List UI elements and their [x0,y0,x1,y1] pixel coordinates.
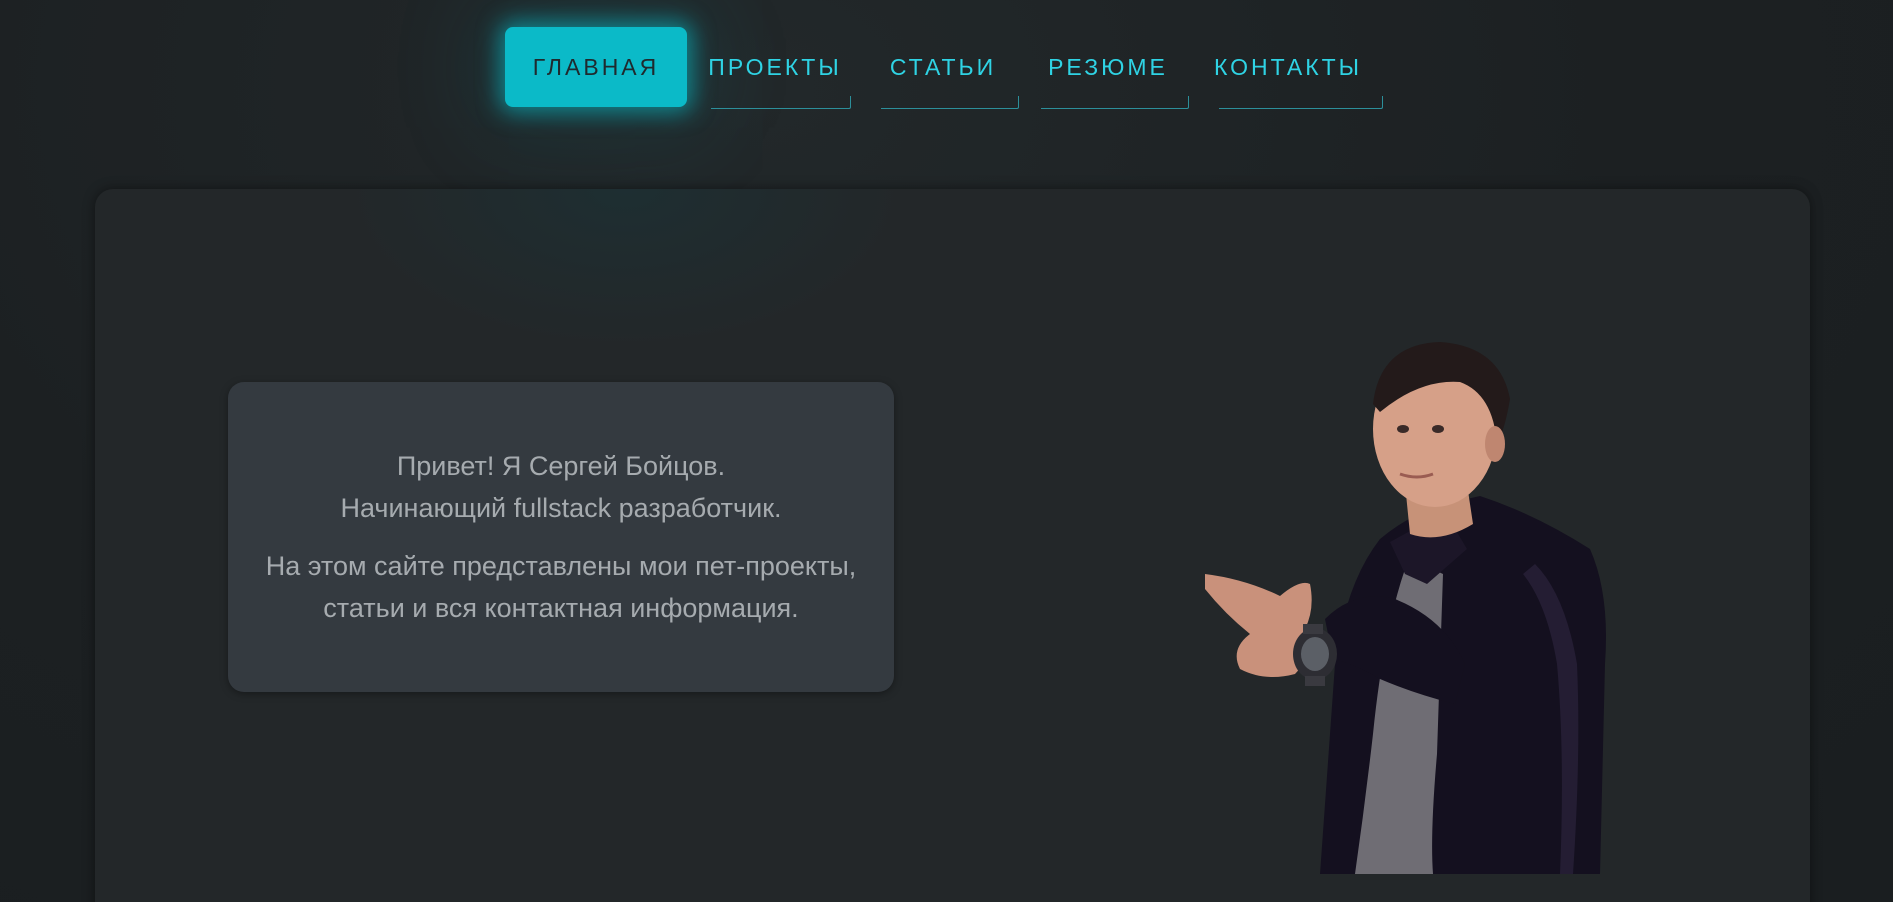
intro-line: Начинающий fullstack разработчик. [340,493,782,523]
intro-line: На этом сайте представлены мои пет-проек… [265,551,857,581]
nav-item-projects[interactable]: ПРОЕКТЫ [687,27,863,109]
nav-underline [711,96,851,109]
intro-line: Привет! Я Сергей Бойцов. [396,451,726,481]
page: ГЛАВНАЯ ПРОЕКТЫ СТАТЬИ РЕЗЮМЕ КОНТАКТЫ П… [0,0,1893,902]
portrait-photo [1205,342,1606,874]
nav-underline [1219,96,1383,109]
nav-glow-spill [345,189,905,349]
nav-item-label: РЕЗЮМЕ [1048,53,1168,80]
main-nav: ГЛАВНАЯ ПРОЕКТЫ СТАТЬИ РЕЗЮМЕ КОНТАКТЫ [505,27,1383,109]
nav-item-label: ГЛАВНАЯ [532,53,660,80]
nav-item-articles[interactable]: СТАТЬИ [863,27,1023,109]
nav-underline [881,96,1019,109]
nav-item-label: СТАТЬИ [889,53,997,80]
nav-item-label: КОНТАКТЫ [1213,53,1363,80]
nav-item-resume[interactable]: РЕЗЮМЕ [1023,27,1193,109]
intro-card: Привет! Я Сергей Бойцов. Начинающий full… [228,382,894,692]
intro-line: статьи и вся контактная информация. [323,593,799,623]
nav-item-label: ПРОЕКТЫ [708,53,842,80]
nav-item-home[interactable]: ГЛАВНАЯ [505,27,687,107]
intro-description: На этом сайте представлены мои пет-проек… [266,545,857,629]
nav-underline [1041,96,1189,109]
intro-greeting: Привет! Я Сергей Бойцов. Начинающий full… [340,445,781,529]
nav-item-contacts[interactable]: КОНТАКТЫ [1193,27,1383,109]
